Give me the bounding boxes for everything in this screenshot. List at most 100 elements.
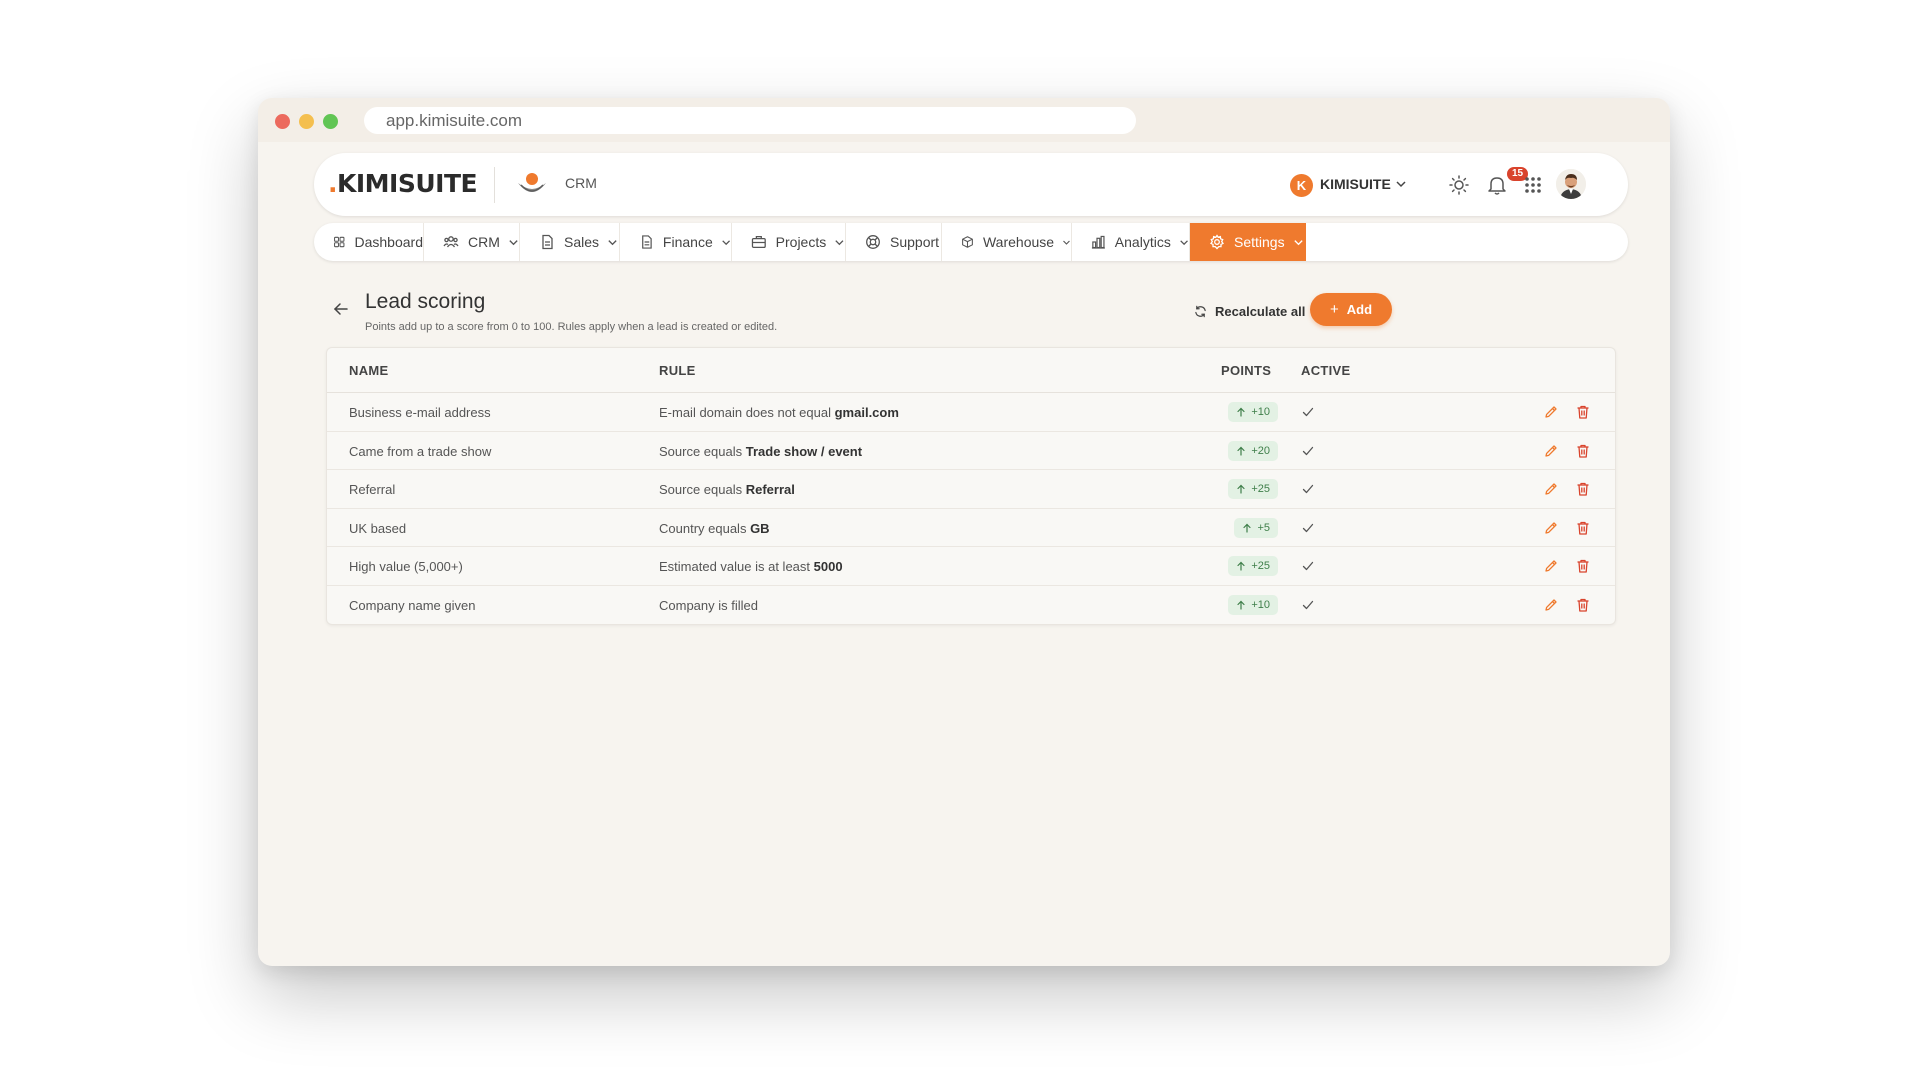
nav-projects[interactable]: Projects: [732, 223, 846, 261]
check-icon[interactable]: [1301, 598, 1315, 612]
refresh-icon: [1195, 305, 1206, 318]
check-icon[interactable]: [1301, 405, 1315, 419]
table-row[interactable]: Referral Source equals Referral +25: [327, 470, 1615, 509]
pencil-icon[interactable]: [1543, 481, 1559, 497]
points-badge: +25: [1228, 556, 1278, 576]
check-icon[interactable]: [1301, 521, 1315, 535]
arrow-up-icon: [1237, 561, 1245, 571]
table-body: Business e-mail address E-mail domain do…: [327, 393, 1615, 624]
table-header: NAME RULE POINTS ACTIVE: [327, 348, 1615, 393]
grid-icon: [334, 236, 345, 248]
nav-warehouse[interactable]: Warehouse: [942, 223, 1072, 261]
points-badge: +5: [1234, 517, 1278, 538]
column-header-rule[interactable]: RULE: [659, 363, 696, 378]
pencil-icon[interactable]: [1543, 597, 1559, 613]
trash-icon[interactable]: [1575, 558, 1591, 574]
column-header-points[interactable]: POINTS: [1221, 363, 1271, 378]
check-icon[interactable]: [1301, 482, 1315, 496]
nav-finance[interactable]: Finance: [620, 223, 732, 261]
bar-chart-icon: [1091, 235, 1105, 249]
close-window-button[interactable]: [275, 114, 290, 129]
pencil-icon[interactable]: [1543, 404, 1559, 420]
browser-titlebar: app.kimisuite.com: [258, 98, 1670, 142]
bell-icon[interactable]: [1486, 174, 1508, 196]
chevron-down-icon: [1180, 239, 1188, 245]
rule-name: Came from a trade show: [349, 443, 492, 459]
arrow-up-icon: [1237, 600, 1245, 610]
rule-name: Company name given: [349, 597, 476, 613]
trash-icon[interactable]: [1575, 481, 1591, 497]
points-badge: +25: [1228, 479, 1278, 499]
chevron-down-icon: [1063, 240, 1070, 245]
kimisuite-logo[interactable]: .KIMISUITE: [328, 169, 478, 198]
sun-icon[interactable]: [1448, 174, 1470, 196]
pencil-icon[interactable]: [1543, 558, 1559, 574]
app-header: .KIMISUITE CRM K KIMISUITE 15: [314, 153, 1628, 216]
maximize-window-button[interactable]: [323, 114, 338, 129]
rule-condition: Source equals Trade show / event: [659, 443, 863, 459]
table-row[interactable]: UK based Country equals GB +5: [327, 509, 1615, 547]
crm-app-icon[interactable]: [514, 167, 550, 203]
column-header-name[interactable]: NAME: [349, 363, 388, 378]
nav-dashboard[interactable]: Dashboard: [314, 223, 424, 261]
rule-name: High value (5,000+): [349, 559, 463, 574]
recalculate-all-button[interactable]: Recalculate all: [1194, 304, 1305, 319]
document-icon: [642, 235, 652, 249]
arrow-up-icon: [1237, 446, 1245, 456]
rule-condition: E-mail domain does not equal gmail.com: [659, 405, 899, 420]
apps-grid-icon[interactable]: [1522, 174, 1544, 196]
header-divider: [494, 167, 495, 203]
current-app-label: CRM: [565, 175, 597, 191]
rule-name: Referral: [349, 482, 396, 497]
check-icon[interactable]: [1301, 559, 1315, 573]
arrow-up-icon: [1237, 407, 1245, 417]
briefcase-icon: [751, 235, 766, 249]
trash-icon[interactable]: [1575, 404, 1591, 420]
document-icon: [542, 234, 553, 250]
table-row[interactable]: High value (5,000+) Estimated value is a…: [327, 547, 1615, 586]
rule-condition: Source equals Referral: [659, 482, 795, 497]
users-icon: [443, 236, 459, 248]
add-rule-button[interactable]: + Add: [1310, 293, 1392, 326]
nav-analytics[interactable]: Analytics: [1072, 223, 1190, 261]
org-switcher-label[interactable]: KIMISUITE: [1320, 176, 1391, 192]
trash-icon[interactable]: [1575, 520, 1591, 536]
browser-window: app.kimisuite.com .KIMISUITE CRM K KIMIS…: [258, 98, 1670, 966]
main-navigation: Dashboard CRM Sales Finance Projects Sup…: [314, 223, 1628, 261]
pencil-icon[interactable]: [1543, 520, 1559, 536]
rule-condition: Company is filled: [659, 597, 758, 613]
points-badge: +20: [1228, 440, 1278, 461]
plus-icon: +: [1329, 301, 1339, 318]
box-icon: [962, 236, 973, 248]
page-subtitle: Points add up to a score from 0 to 100. …: [365, 321, 778, 333]
pencil-icon[interactable]: [1543, 443, 1559, 459]
column-header-active[interactable]: ACTIVE: [1301, 363, 1350, 378]
minimize-window-button[interactable]: [299, 114, 314, 129]
chevron-down-icon[interactable]: [1395, 178, 1407, 190]
page-title: Lead scoring: [365, 290, 486, 313]
arrow-up-icon: [1237, 484, 1245, 494]
arrow-up-icon: [1243, 523, 1252, 533]
table-row[interactable]: Business e-mail address E-mail domain do…: [327, 393, 1615, 432]
rule-condition: Country equals GB: [659, 520, 770, 536]
rule-name: Business e-mail address: [349, 405, 491, 420]
rule-name: UK based: [349, 520, 407, 536]
org-avatar[interactable]: K: [1290, 174, 1313, 197]
table-row[interactable]: Came from a trade show Source equals Tra…: [327, 432, 1615, 470]
trash-icon[interactable]: [1575, 597, 1591, 613]
chevron-down-icon: [1293, 239, 1303, 245]
check-icon[interactable]: [1301, 444, 1315, 458]
nav-crm[interactable]: CRM: [424, 223, 520, 261]
chevron-down-icon: [509, 239, 518, 245]
points-badge: +10: [1228, 594, 1278, 615]
user-avatar[interactable]: [1556, 169, 1586, 199]
address-bar[interactable]: app.kimisuite.com: [364, 107, 1136, 134]
points-badge: +10: [1228, 402, 1278, 422]
gear-icon: [1210, 234, 1224, 250]
nav-sales[interactable]: Sales: [520, 223, 620, 261]
nav-support[interactable]: Support: [846, 223, 942, 261]
nav-settings[interactable]: Settings: [1190, 223, 1306, 261]
trash-icon[interactable]: [1575, 443, 1591, 459]
table-row[interactable]: Company name given Company is filled +10: [327, 586, 1615, 625]
arrow-left-icon[interactable]: [332, 300, 350, 318]
